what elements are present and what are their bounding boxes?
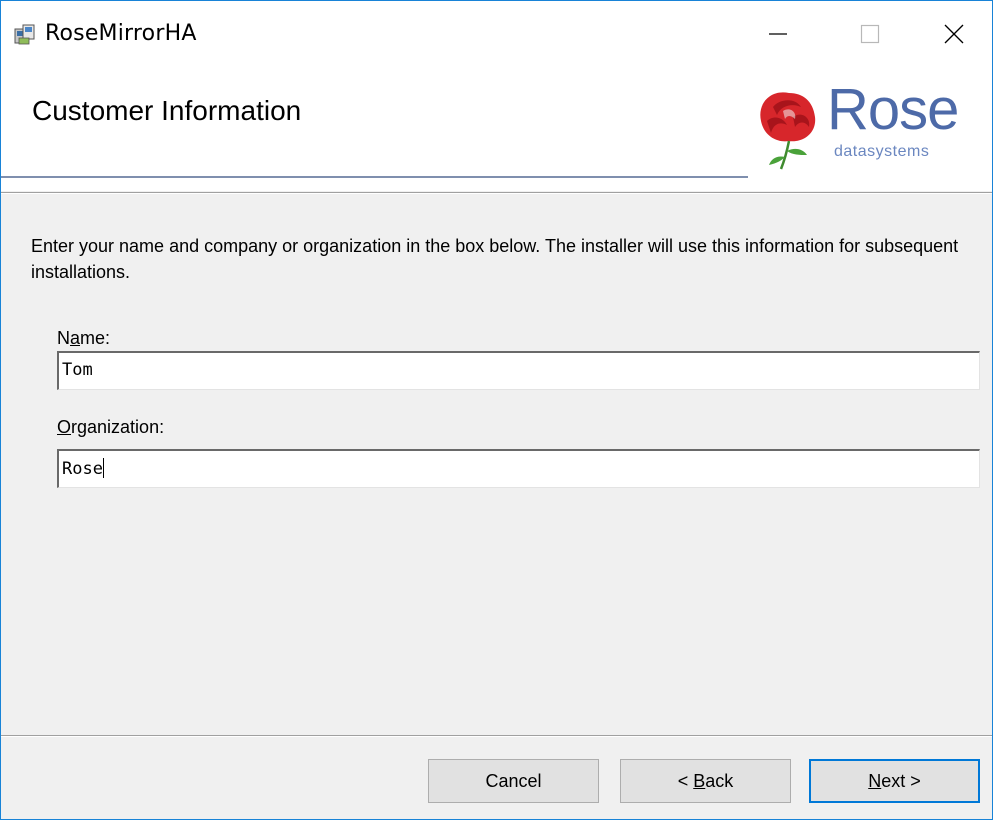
cancel-button[interactable]: Cancel	[428, 759, 599, 803]
header-banner: Customer Information Rose datasystems	[1, 67, 992, 191]
name-label-mnemonic: a	[70, 328, 81, 348]
next-button-mnemonic: N	[868, 770, 882, 791]
back-button-rest: ack	[705, 770, 734, 791]
back-button-prefix: <	[677, 770, 694, 791]
name-label-post: me:	[80, 328, 111, 348]
close-button[interactable]	[916, 1, 992, 67]
close-icon	[944, 24, 964, 44]
name-input[interactable]: Tom	[57, 351, 980, 390]
back-button-mnemonic: B	[693, 770, 706, 791]
window-title: RoseMirrorHA	[45, 21, 197, 46]
next-button-rest: ext >	[881, 770, 921, 791]
maximize-icon	[860, 24, 880, 44]
instructions-text: Enter your name and company or organizat…	[31, 236, 959, 282]
organization-label: Organization:	[57, 417, 164, 438]
installer-package-icon	[14, 24, 35, 45]
text-caret	[102, 458, 104, 478]
organization-label-mnemonic: O	[57, 417, 72, 437]
minimize-button[interactable]	[732, 1, 824, 67]
next-button[interactable]: Next >	[809, 759, 980, 803]
page-title: Customer Information	[32, 95, 302, 126]
back-button[interactable]: < Back	[620, 759, 791, 803]
name-label-pre: N	[57, 328, 70, 348]
organization-label-post: rganization:	[71, 417, 165, 437]
banner-underline	[1, 176, 748, 178]
title-bar[interactable]: RoseMirrorHA	[1, 1, 992, 67]
installer-window: RoseMirrorHA Customer Information Rose d…	[0, 0, 993, 820]
rose-flower-icon	[760, 92, 816, 170]
cancel-button-label: Cancel	[485, 770, 542, 791]
name-label: Name:	[57, 328, 110, 349]
logo-subtitle: datasystems	[834, 143, 930, 160]
header-separator-highlight	[1, 193, 992, 194]
name-input-value: Tom	[62, 360, 93, 380]
rose-datasystems-logo: Rose datasystems	[749, 81, 985, 173]
organization-input-value: Rose	[62, 459, 103, 479]
organization-input[interactable]: Rose	[57, 449, 980, 488]
maximize-button[interactable]	[824, 1, 916, 67]
footer-separator-highlight	[1, 736, 992, 737]
logo-wordmark: Rose	[827, 77, 959, 142]
minimize-icon	[769, 33, 787, 35]
